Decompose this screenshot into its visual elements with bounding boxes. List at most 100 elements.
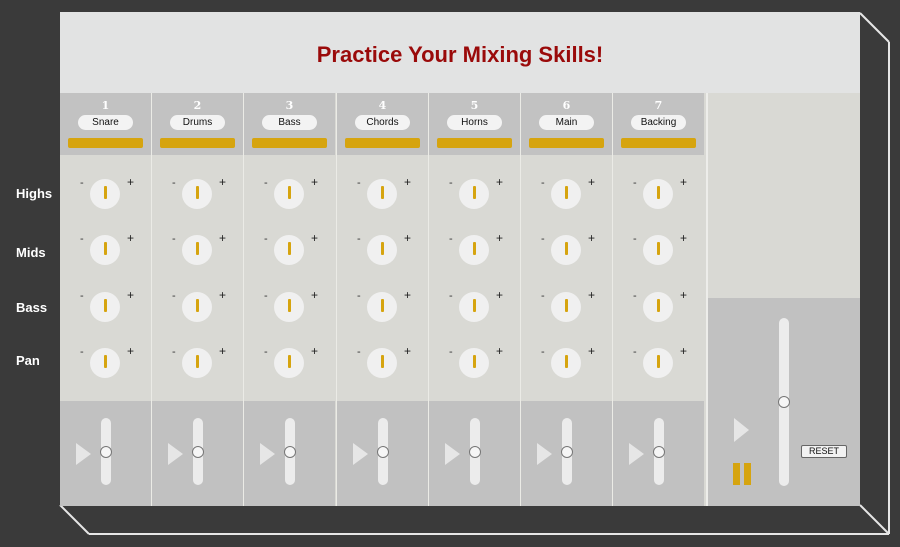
bass-knob[interactable] [274, 292, 304, 322]
bass-knob[interactable] [643, 292, 673, 322]
pan-knob[interactable] [274, 348, 304, 378]
channel-fader[interactable] [284, 418, 296, 485]
pan-knob[interactable] [367, 348, 397, 378]
reset-button[interactable]: RESET [801, 445, 847, 458]
pan-knob[interactable] [90, 348, 120, 378]
pan-knob[interactable] [182, 348, 212, 378]
play-icon[interactable] [537, 443, 552, 465]
channel-fader-handle[interactable] [653, 445, 665, 458]
knob-indicator [657, 355, 660, 368]
knob-indicator [657, 186, 660, 199]
pan-plus-label: + [588, 344, 596, 358]
channel-level-bar [345, 138, 420, 148]
bass-knob[interactable] [459, 292, 489, 322]
bass-knob[interactable] [551, 292, 581, 322]
play-icon[interactable] [445, 443, 460, 465]
channel-fader[interactable] [469, 418, 481, 485]
mids-plus-label: + [588, 231, 596, 245]
channel-name-button[interactable]: Horns [447, 115, 502, 130]
bass-plus-label: + [588, 288, 596, 302]
knob-indicator [381, 186, 384, 199]
pan-knob[interactable] [551, 348, 581, 378]
mids-knob[interactable] [643, 235, 673, 265]
master-fader-handle[interactable] [778, 396, 790, 408]
master-fader[interactable] [778, 318, 790, 486]
channel-fader[interactable] [561, 418, 573, 485]
highs-knob[interactable] [643, 179, 673, 209]
row-label-mids: Mids [16, 245, 46, 260]
mids-knob[interactable] [551, 235, 581, 265]
knob-indicator [381, 355, 384, 368]
play-icon[interactable] [76, 443, 91, 465]
knob-indicator [381, 299, 384, 312]
play-icon[interactable] [260, 443, 275, 465]
channel-number: 7 [654, 99, 663, 112]
channel-name-button[interactable]: Main [539, 115, 594, 130]
knob-indicator [473, 186, 476, 199]
pan-minus-label: - [172, 346, 176, 358]
channel-fader[interactable] [653, 418, 665, 485]
play-icon[interactable] [629, 443, 644, 465]
channel-knob-panel: - + - + - + - + [244, 155, 335, 401]
highs-knob[interactable] [367, 179, 397, 209]
highs-minus-label: - [264, 177, 268, 189]
channel-knob-panel: - + - + - + - + [152, 155, 243, 401]
knob-indicator [196, 299, 199, 312]
mids-knob[interactable] [182, 235, 212, 265]
bass-minus-label: - [449, 290, 453, 302]
play-icon[interactable] [168, 443, 183, 465]
mixer-panel: Practice Your Mixing Skills! 1 Snare - + - + -… [60, 12, 860, 506]
channel-fader[interactable] [100, 418, 112, 485]
channel-fader-handle[interactable] [100, 445, 112, 458]
highs-knob[interactable] [90, 179, 120, 209]
mids-knob[interactable] [274, 235, 304, 265]
pan-minus-label: - [357, 346, 361, 358]
master-play-icon[interactable] [734, 418, 749, 442]
mids-control: - + [337, 231, 428, 269]
channel-fader-handle[interactable] [561, 445, 573, 458]
play-icon[interactable] [353, 443, 368, 465]
mids-plus-label: + [680, 231, 688, 245]
page-title: Practice Your Mixing Skills! [316, 41, 604, 67]
channel-transport [521, 401, 612, 506]
bass-knob[interactable] [182, 292, 212, 322]
highs-knob[interactable] [274, 179, 304, 209]
pan-knob[interactable] [459, 348, 489, 378]
master-pause-icon[interactable] [733, 463, 751, 485]
bass-knob[interactable] [367, 292, 397, 322]
mids-knob[interactable] [90, 235, 120, 265]
row-label-pan: Pan [16, 353, 40, 368]
mids-minus-label: - [449, 233, 453, 245]
channel-fader-handle[interactable] [469, 445, 481, 458]
mids-control: - + [244, 231, 335, 269]
channel-name-button[interactable]: Backing [631, 115, 686, 130]
channel-fader[interactable] [192, 418, 204, 485]
channel-level-bar [68, 138, 143, 148]
bass-plus-label: + [127, 288, 135, 302]
bass-knob[interactable] [90, 292, 120, 322]
channel-number: 3 [285, 99, 294, 112]
channel-fader-handle[interactable] [377, 445, 389, 458]
channel-name-button[interactable]: Chords [355, 115, 410, 130]
channel-knob-panel: - + - + - + - + [429, 155, 520, 401]
mids-knob[interactable] [367, 235, 397, 265]
channel-transport [244, 401, 335, 506]
channel-fader[interactable] [377, 418, 389, 485]
channel-name-button[interactable]: Snare [78, 115, 133, 130]
highs-knob[interactable] [551, 179, 581, 209]
pan-knob[interactable] [643, 348, 673, 378]
highs-plus-label: + [680, 175, 688, 189]
mids-control: - + [60, 231, 151, 269]
channel-strip-7: 7 Backing - + - + - + - + [613, 93, 704, 506]
highs-knob[interactable] [459, 179, 489, 209]
pan-control: - + [613, 344, 704, 382]
channel-name-button[interactable]: Bass [262, 115, 317, 130]
channel-fader-handle[interactable] [284, 445, 296, 458]
channel-fader-handle[interactable] [192, 445, 204, 458]
mids-knob[interactable] [459, 235, 489, 265]
highs-control: - + [521, 175, 612, 213]
channel-name-button[interactable]: Drums [170, 115, 225, 130]
pan-control: - + [152, 344, 243, 382]
highs-knob[interactable] [182, 179, 212, 209]
knob-indicator [565, 355, 568, 368]
